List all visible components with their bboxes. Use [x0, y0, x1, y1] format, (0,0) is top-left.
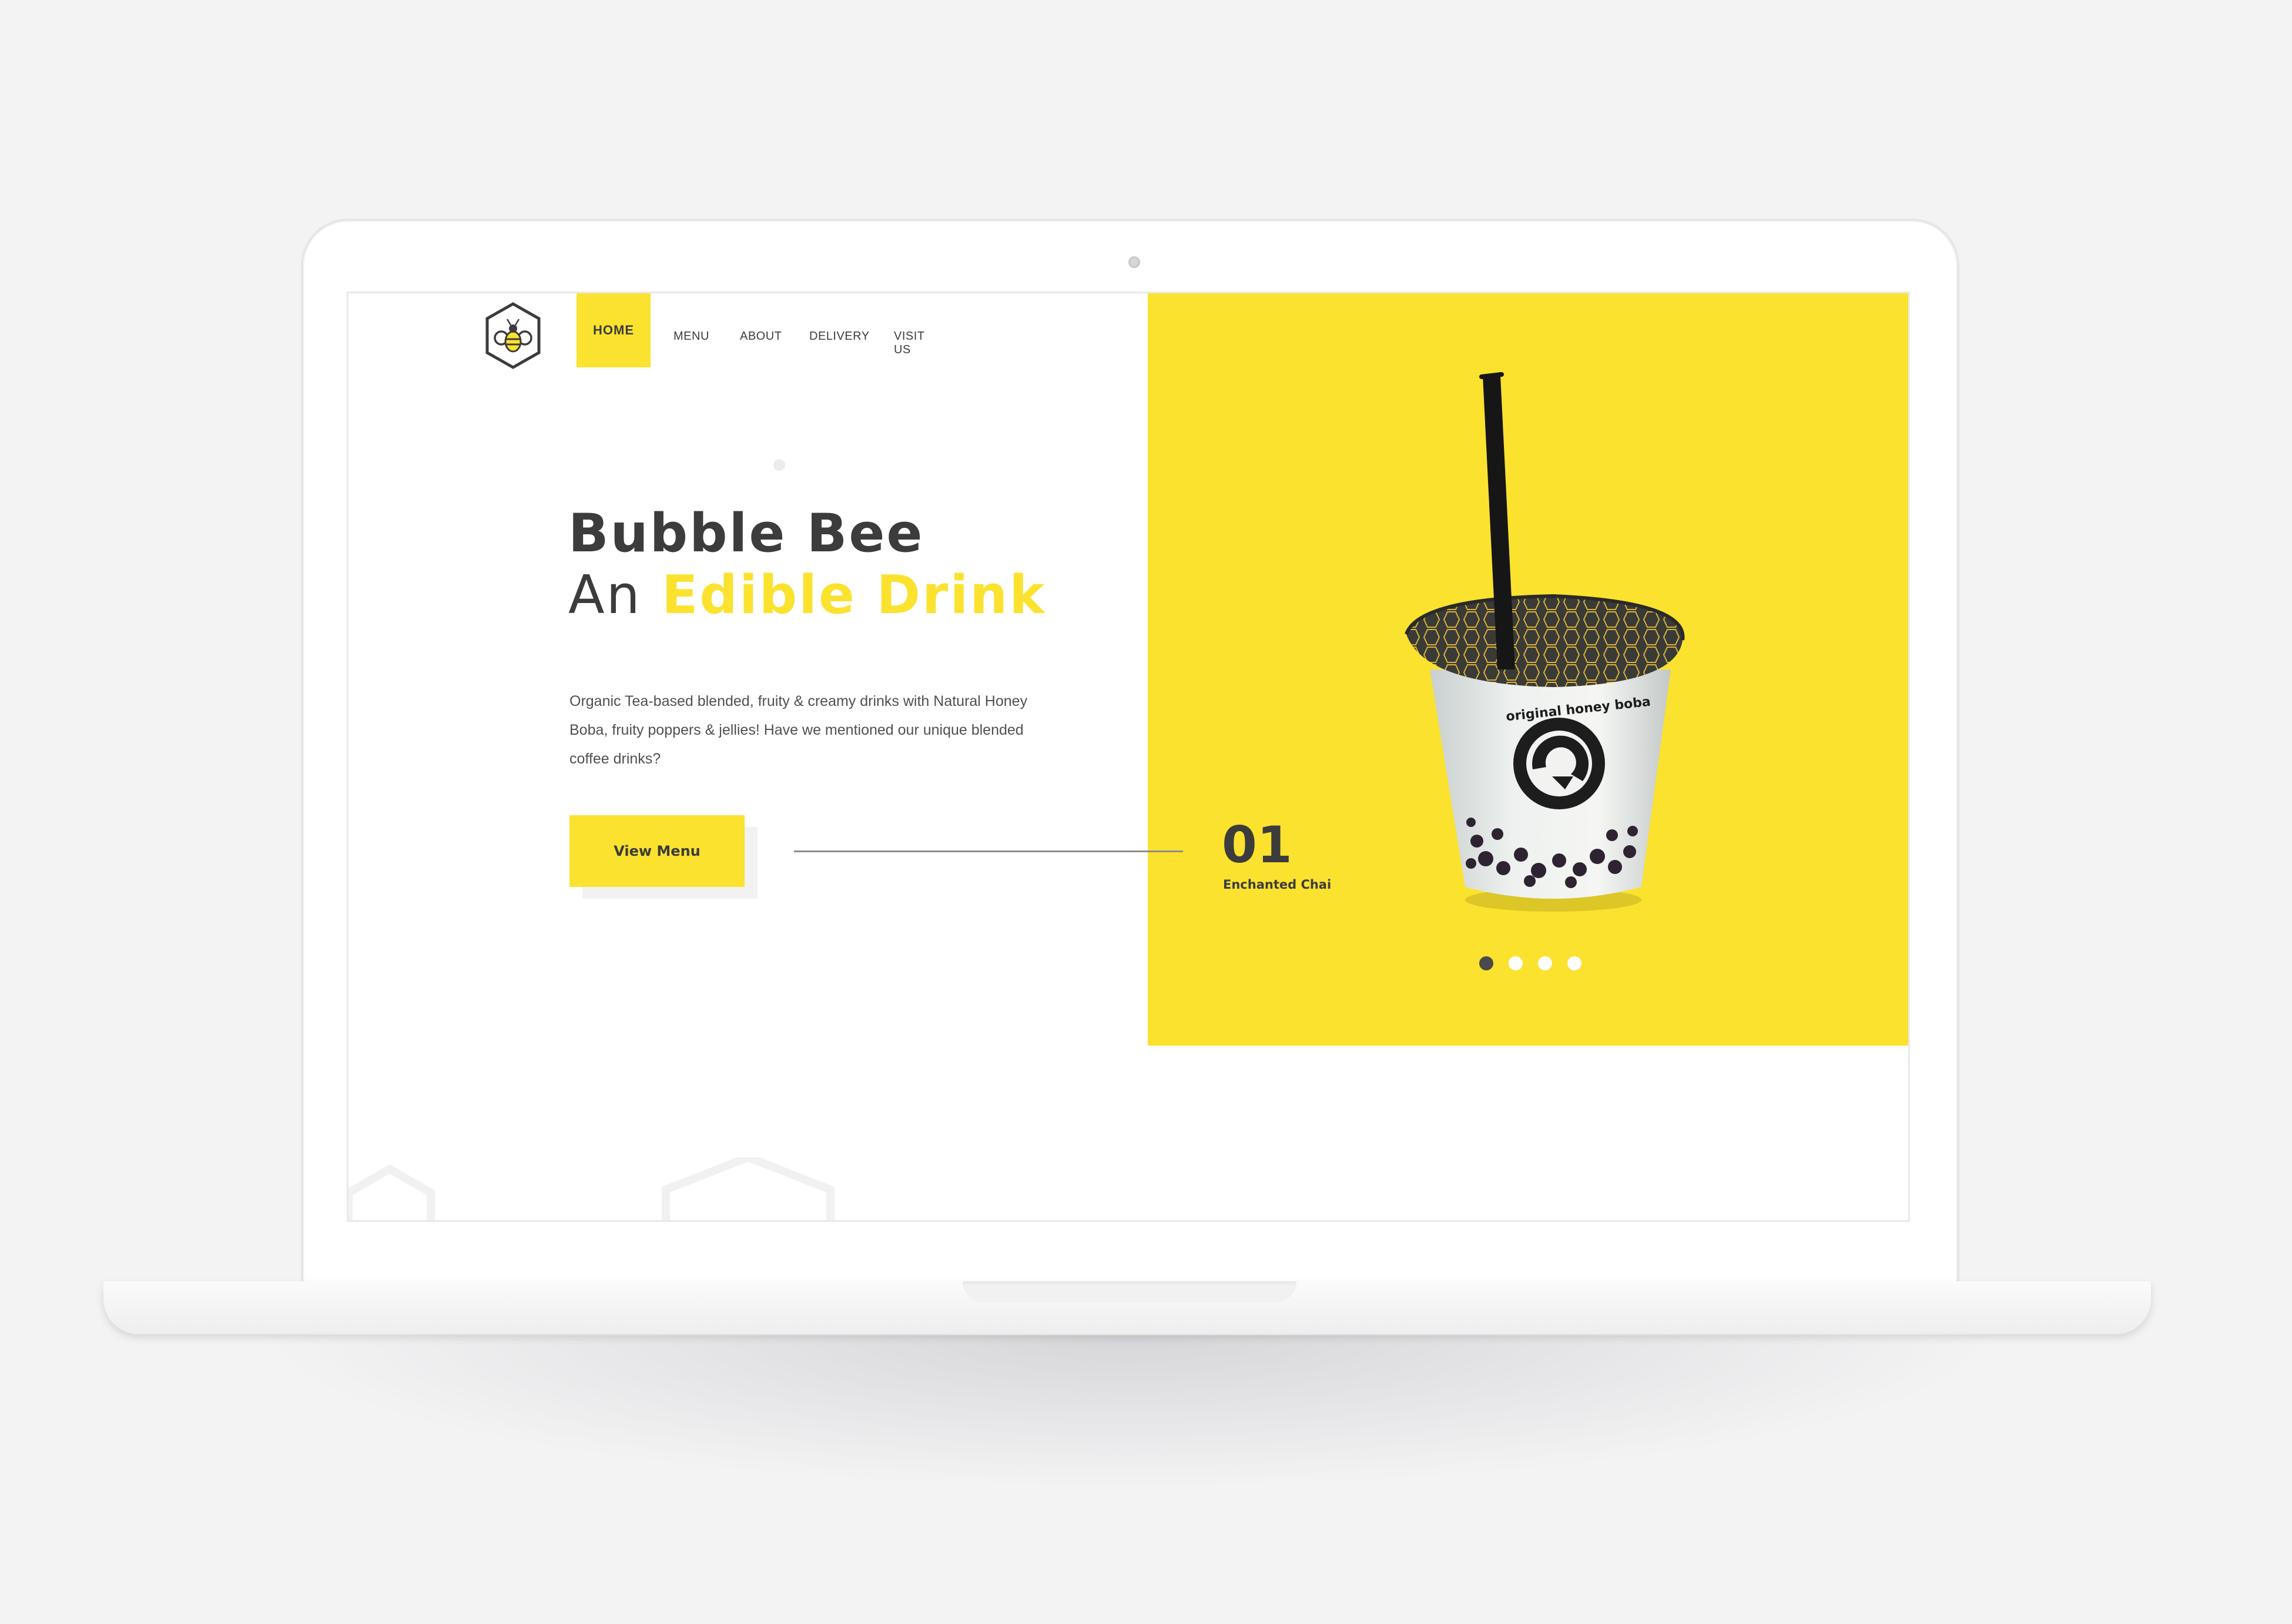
laptop-base: [103, 1281, 2151, 1334]
carousel-dot-3[interactable]: [1538, 956, 1552, 970]
bee-logo-icon[interactable]: [484, 302, 542, 370]
laptop-notch: [963, 1281, 1296, 1302]
nav-delivery[interactable]: DELIVERY: [809, 330, 870, 343]
nav-menu[interactable]: MENU: [673, 330, 709, 343]
carousel-dot-4[interactable]: [1567, 956, 1581, 970]
nav-visit-us[interactable]: VISIT US: [894, 330, 924, 357]
hero-title-prefix: An: [568, 564, 642, 626]
camera-icon: [1128, 256, 1140, 268]
website-screen: HOME MENU ABOUT DELIVERY VISIT US Bubble…: [347, 292, 1910, 1222]
hero-description: Organic Tea-based blended, fruity & crea…: [569, 693, 1028, 767]
carousel-dot-2[interactable]: [1509, 956, 1523, 970]
slide-name: Enchanted Chai: [1223, 878, 1332, 892]
view-menu-button[interactable]: View Menu: [569, 815, 745, 887]
hero-title-accent: Edible Drink: [661, 564, 1047, 626]
connector-line: [794, 850, 1183, 852]
carousel-dot-1[interactable]: [1479, 956, 1493, 970]
decorative-dot: [773, 459, 785, 471]
slide-number: 01: [1222, 816, 1292, 875]
hero-title: Bubble Bee An Edible Drink: [568, 503, 1046, 626]
nav-home[interactable]: HOME: [577, 293, 651, 367]
carousel-dots: [1479, 956, 1581, 970]
nav-about[interactable]: ABOUT: [740, 330, 782, 343]
bubble-tea-cup-icon: original honey boba: [1405, 372, 1685, 912]
hero-title-line1: Bubble Bee: [568, 503, 924, 564]
decorative-hexagons: [349, 1157, 835, 1220]
hero-title-line2: An Edible Drink: [568, 564, 1046, 626]
laptop-shadow: [259, 1335, 1998, 1488]
